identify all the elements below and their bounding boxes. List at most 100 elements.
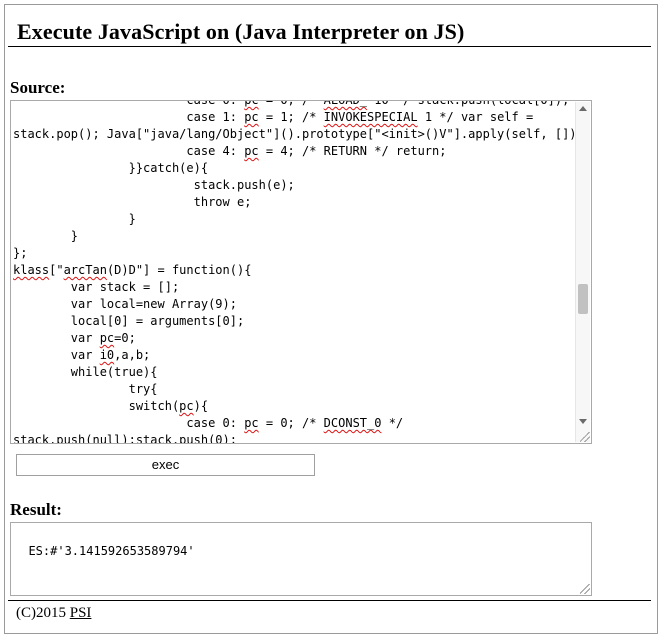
code-token: while(true){ <box>70 365 158 379</box>
code-line: } <box>13 211 575 228</box>
code-token-flagged: klass <box>13 263 50 277</box>
code-line: var local=new Array(9); <box>13 296 575 313</box>
source-label: Source: <box>10 78 66 97</box>
result-value[interactable]: ES:#'3.141592653589794' <box>28 544 194 558</box>
code-token-flagged: pc <box>179 399 194 413</box>
code-token: [" <box>49 263 64 277</box>
code-token: try{ <box>128 382 158 396</box>
source-code[interactable]: case 0: pc = 0; /* ALOAD_ 10 */ stack.pu… <box>13 100 584 444</box>
code-token-flagged: pc <box>244 416 259 430</box>
code-token: var <box>70 348 100 362</box>
code-token-flagged: pc <box>244 110 259 124</box>
code-token: case 0: <box>186 416 245 430</box>
code-token-flagged: INVOKESPECIAL <box>323 110 418 124</box>
code-line: local[0] = arguments[0]; <box>13 313 575 330</box>
scroll-thumb[interactable] <box>578 284 588 314</box>
code-token: =0; <box>114 331 136 345</box>
code-line: throw e; <box>13 194 575 211</box>
code-line: switch(pc){ <box>13 398 575 415</box>
source-textarea[interactable]: case 0: pc = 0; /* ALOAD_ 10 */ stack.pu… <box>10 100 592 444</box>
code-token-flagged: arcTan <box>63 263 107 277</box>
code-token-flagged: i0 <box>99 348 115 362</box>
code-token: } <box>128 212 136 226</box>
code-line: klass["arcTan(D)D"] = function(){ <box>13 262 575 279</box>
code-token: case 0: <box>186 100 245 107</box>
code-line: case 1: pc = 1; /* INVOKESPECIAL 1 */ va… <box>13 109 575 126</box>
code-line: case 0: pc = 0; /* DCONST_0 */ <box>13 415 575 432</box>
code-token: ){ <box>193 399 209 413</box>
code-token: stack.pop(); Java["java/lang/Object"]().… <box>13 127 584 141</box>
code-line: } <box>13 228 575 245</box>
code-line: case 4: pc = 4; /* RETURN */ return; <box>13 143 575 160</box>
code-token: case 4: <box>186 144 245 158</box>
code-token: stack.push(e); <box>193 178 295 192</box>
code-token: = 1; /* <box>258 110 324 124</box>
code-line: stack.push(e); <box>13 177 575 194</box>
code-token: }; <box>13 246 28 260</box>
code-token: 1 */ var self = <box>417 110 534 124</box>
result-label: Result: <box>10 500 62 519</box>
psi-link[interactable]: PSI <box>70 605 92 621</box>
code-token-flagged: pc <box>244 144 259 158</box>
code-token-flagged: pc <box>244 100 259 107</box>
code-token: } <box>70 229 79 243</box>
scroll-up-arrow-icon[interactable] <box>579 106 587 111</box>
code-token: = 4; /* RETURN */ return; <box>258 144 447 158</box>
code-token: switch( <box>128 399 180 413</box>
code-token-flagged: ALOAD_ <box>323 100 368 107</box>
code-token: (D)D"] = function(){ <box>106 263 252 277</box>
code-line: var i0,a,b; <box>13 347 575 364</box>
code-token: stack.push(null);stack.push(0); <box>13 433 237 444</box>
code-line: }; <box>13 245 575 262</box>
code-line: case 0: pc = 0; /* ALOAD_ 10 */ stack.pu… <box>13 100 575 109</box>
copyright-text: (C)2015 <box>16 605 70 621</box>
code-token: case 1: <box>186 110 245 124</box>
header-divider <box>8 46 651 47</box>
code-token: var <box>70 331 100 345</box>
code-token: var local=new Array(9); <box>70 297 237 311</box>
code-token-flagged: pc <box>99 331 115 345</box>
code-line: var stack = []; <box>13 279 575 296</box>
result-textarea[interactable]: ES:#'3.141592653589794' <box>10 522 592 596</box>
footer-divider <box>8 600 651 601</box>
code-token-flagged: DCONST_0 <box>323 416 382 430</box>
code-token: = 0; /* <box>258 416 324 430</box>
code-line: stack.push(null);stack.push(0); <box>13 432 575 444</box>
footer: (C)2015 PSI <box>16 605 91 622</box>
exec-button[interactable]: exec <box>16 454 315 476</box>
code-token: = 0; /* <box>258 100 324 107</box>
scroll-down-arrow-icon[interactable] <box>579 419 587 424</box>
code-line: var pc=0; <box>13 330 575 347</box>
code-line: while(true){ <box>13 364 575 381</box>
code-token: */ <box>381 416 404 430</box>
code-token: }}catch(e){ <box>128 161 209 175</box>
resize-grip-icon[interactable] <box>580 584 590 594</box>
code-token: var stack = []; <box>70 280 180 294</box>
code-token: 10 */ stack.push(local[0]); <box>367 100 570 107</box>
code-token: throw e; <box>193 195 252 209</box>
resize-grip-icon[interactable] <box>580 432 590 442</box>
code-token: local[0] = arguments[0]; <box>70 314 245 328</box>
code-line: }}catch(e){ <box>13 160 575 177</box>
code-line: stack.pop(); Java["java/lang/Object"]().… <box>13 126 584 143</box>
page-title: Execute JavaScript on (Java Interpreter … <box>17 19 465 44</box>
source-scrollbar[interactable] <box>575 102 590 442</box>
code-token: ,a,b; <box>114 348 151 362</box>
